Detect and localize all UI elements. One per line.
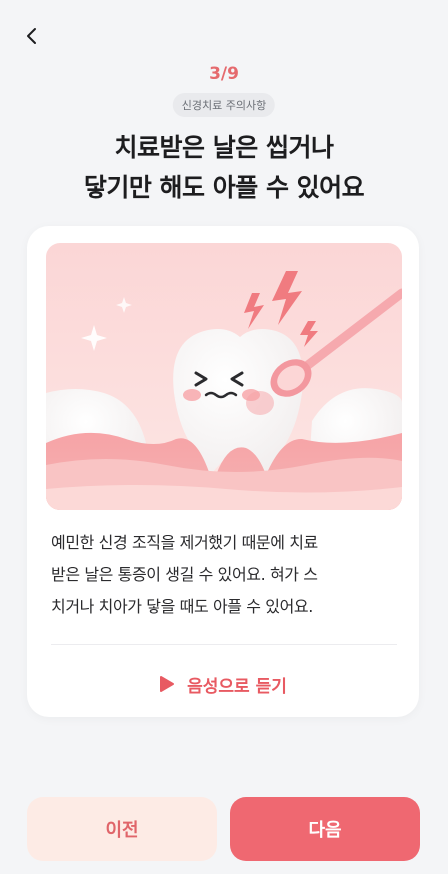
description-line-1: 예민한 신경 조직을 제거했기 때문에 치료	[51, 533, 318, 552]
title-line-1: 치료받은 날은 씹거나	[114, 133, 334, 162]
previous-button[interactable]: 이전	[27, 797, 217, 861]
tooth-pain-illustration	[46, 243, 402, 510]
chevron-left-icon	[27, 28, 36, 44]
next-button[interactable]: 다음	[230, 797, 420, 861]
title-line-2: 닿기만 해도 아플 수 있어요	[83, 173, 365, 202]
listen-audio-button[interactable]: 음성으로 듣기	[27, 666, 419, 702]
category-badge: 신경치료 주의사항	[172, 93, 276, 117]
play-icon	[160, 676, 175, 692]
step-progress: 3/9	[209, 64, 239, 84]
page-title: 치료받은 날은 씹거나 닿기만 해도 아플 수 있어요	[0, 128, 448, 208]
divider	[51, 644, 397, 645]
content-card: 예민한 신경 조직을 제거했기 때문에 치료 받은 날은 통증이 생길 수 있어…	[27, 226, 419, 717]
listen-audio-label: 음성으로 듣기	[187, 676, 287, 697]
description-line-2: 받은 날은 통증이 생길 수 있어요. 혀가 스	[51, 565, 318, 584]
back-button[interactable]	[14, 18, 50, 54]
description-text: 예민한 신경 조직을 제거했기 때문에 치료 받은 날은 통증이 생길 수 있어…	[51, 527, 401, 623]
description-line-3: 치거나 치아가 닿을 때도 아플 수 있어요.	[51, 597, 313, 616]
